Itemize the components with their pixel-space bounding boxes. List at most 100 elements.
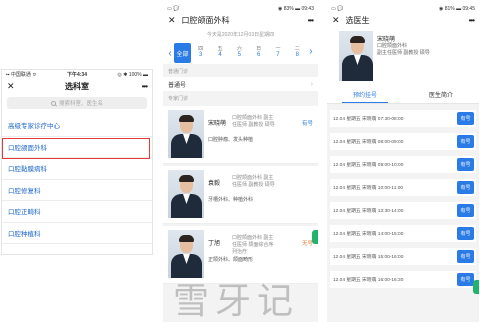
doctor-specialty: 牙槽外科、种植外科 bbox=[208, 197, 254, 203]
tab-appointment[interactable]: 预约挂号 bbox=[327, 86, 403, 103]
slot-list: 12.04 星期五 宋晓萌 07:30-08:00 有号 12.04 星期五 宋晓萌… bbox=[327, 110, 479, 288]
doctor-name: 宋晓萌 bbox=[208, 121, 227, 127]
doctor-dept: 口腔颌面外科 bbox=[377, 43, 408, 49]
day-number: 5 bbox=[237, 52, 241, 59]
watermark: 雪牙记 bbox=[173, 281, 300, 322]
day-item[interactable]: 四3 bbox=[191, 46, 210, 60]
day-number: 6 bbox=[256, 52, 261, 59]
time-slot-row: 12.04 星期五 宋晓萌 07:30-08:00 有号 bbox=[330, 110, 476, 127]
tab-bar: 预约挂号 医生简介 bbox=[327, 86, 479, 104]
department-item[interactable]: 高级专家诊疗中心 bbox=[2, 115, 152, 137]
book-button[interactable]: 有号 bbox=[457, 135, 474, 148]
status-left: ▭ 💬 bbox=[167, 5, 180, 12]
status-bar: ▭ 💬 ◉ 83% ▬ 09:43 bbox=[163, 4, 318, 13]
doctor-name: 袁毅 bbox=[208, 181, 221, 187]
time-slot-row: 12.04 星期五 宋晓萌 16:00-16:30 有号 bbox=[330, 271, 476, 288]
department-item[interactable]: 口腔种植科 bbox=[2, 223, 152, 244]
search-icon bbox=[50, 100, 56, 106]
tab-doctor-intro[interactable]: 医生简介 bbox=[403, 86, 479, 103]
page-title: 选医生 bbox=[345, 16, 370, 25]
status-left: ▭ 💬 bbox=[331, 5, 344, 12]
time-slot-row: 12.04 星期五 宋晓萌 13:30-14:00 有号 bbox=[330, 202, 476, 219]
common-ticket-row[interactable]: 普通号 › bbox=[163, 77, 318, 91]
doctor-title: 口腔颌面外科 副主任医师 副教授 硕导 bbox=[232, 115, 275, 128]
doctor-profile: 宋晓萌 口腔颌面外科 副主任医师 副教授 硕导 bbox=[327, 28, 479, 86]
day-item[interactable]: 二8 bbox=[288, 46, 307, 60]
doctor-name: 丁旭 bbox=[208, 241, 221, 247]
float-tab[interactable] bbox=[312, 230, 318, 244]
day-item[interactable]: 五4 bbox=[210, 46, 229, 60]
all-dates-button[interactable]: 全部 bbox=[174, 43, 191, 63]
nav-bar: ✕ 选医生 ••• bbox=[327, 13, 479, 28]
battery-indicator: ◎ ✱ 100% ▬ bbox=[117, 71, 148, 78]
department-item[interactable]: 口腔颌面外科 bbox=[2, 137, 152, 158]
doctor-list: 宋晓萌 口腔颌面外科 副主任医师 副教授 硕导 有号 口腔肿瘤、发头种植 袁毅 口腔颌面外… bbox=[163, 106, 318, 284]
close-icon[interactable]: ✕ bbox=[332, 16, 340, 25]
day-item[interactable]: 日6 bbox=[249, 46, 268, 60]
doctor-card[interactable]: 宋晓萌 口腔颌面外科 副主任医师 副教授 硕导 有号口腔肿瘤、发头种植 bbox=[163, 106, 318, 164]
clock: 下午4:34 bbox=[66, 72, 87, 78]
status-right: ◉ 83% ▬ 09:43 bbox=[277, 5, 314, 12]
doctor-title: 口腔颌面外科 副主任医师 颌面综合序列治疗 bbox=[232, 235, 274, 255]
doctor-card[interactable]: 袁毅 口腔颌面外科 副主任医师 副教授 硕导牙槽外科、种植外科 bbox=[163, 166, 318, 224]
status-right: ◉ 81% ▬ 09:45 bbox=[438, 5, 475, 12]
page-title: 口腔颌面外科 bbox=[181, 16, 230, 25]
day-list: 四 3 五 4 六 5 日 6 一 7 二 8 › bbox=[191, 46, 315, 60]
time-slot-label: 12.04 星期五 宋晓萌 10:00-11:00 bbox=[333, 186, 404, 191]
department-item[interactable]: 口腔正畸科 bbox=[2, 201, 152, 223]
close-icon[interactable]: ✕ bbox=[168, 16, 176, 25]
time-slot-label: 12.04 星期五 宋晓萌 13:30-14:00 bbox=[333, 209, 404, 214]
time-slot-label: 12.04 星期五 宋晓萌 09:00-10:00 bbox=[333, 163, 404, 168]
chevron-left-icon[interactable]: ‹ bbox=[166, 48, 174, 59]
page-title: 选科室 bbox=[65, 82, 89, 91]
day-number: 3 bbox=[198, 52, 203, 59]
day-item[interactable]: 六5 bbox=[230, 46, 249, 60]
book-button[interactable]: 有号 bbox=[457, 227, 474, 240]
day-number: 7 bbox=[276, 52, 280, 59]
time-slot-label: 12.04 星期五 宋晓萌 07:30-08:00 bbox=[333, 117, 404, 122]
doctor-title: 口腔颌面外科 副主任医师 副教授 硕导 bbox=[232, 175, 275, 188]
doctor-specialty: 口腔肿瘤、发头种植 bbox=[208, 137, 254, 143]
doctor-photo bbox=[168, 230, 204, 278]
availability-badge: 有号 bbox=[301, 121, 313, 127]
time-slot-row: 12.04 星期五 宋晓萌 09:00-10:00 有号 bbox=[330, 156, 476, 173]
book-button[interactable]: 有号 bbox=[457, 250, 474, 263]
book-button[interactable]: 有号 bbox=[457, 112, 474, 125]
date-selector: ‹ 全部 四 3 五 4 六 5 日 6 一 7 二 8 › bbox=[163, 42, 318, 64]
book-button[interactable]: 有号 bbox=[457, 204, 474, 217]
doctor-detail-screen: ▭ 💬 ◉ 81% ▬ 09:45 ✕ 选医生 ••• 宋晓萌 口腔颌面外科 副… bbox=[327, 4, 479, 322]
time-slot-row: 12.04 星期五 宋晓萌 08:00-09:00 有号 bbox=[330, 133, 476, 150]
doctor-photo bbox=[168, 170, 204, 218]
time-slot-label: 12.04 星期五 宋晓萌 08:00-09:00 bbox=[333, 140, 404, 145]
chevron-right-icon[interactable]: › bbox=[307, 46, 315, 60]
day-number: 8 bbox=[295, 52, 299, 59]
carrier-label: ▪▪ 中国联通 ≎ bbox=[6, 72, 37, 78]
doctor-specialty: 正颌外科、颌面畸形 bbox=[208, 257, 254, 263]
book-button[interactable]: 有号 bbox=[457, 158, 474, 171]
status-bar: ▪▪ 中国联通 ≎ 下午4:34 ◎ ✱ 100% ▬ bbox=[2, 70, 152, 79]
time-slot-label: 12.04 星期五 宋晓萌 14:00-15:00 bbox=[333, 232, 404, 237]
float-tab[interactable] bbox=[473, 280, 479, 294]
department-item[interactable]: 口腔黏膜病科 bbox=[2, 158, 152, 180]
department-item[interactable]: 口腔修复科 bbox=[2, 180, 152, 201]
department-select-screen: ▪▪ 中国联通 ≎ 下午4:34 ◎ ✱ 100% ▬ ✕ 选科室 ••• 搜索… bbox=[1, 69, 153, 255]
doctor-rank: 副主任医师 副教授 硕导 bbox=[377, 50, 430, 56]
doctor-photo bbox=[168, 110, 204, 158]
common-ticket-label: 普通号 bbox=[168, 82, 187, 89]
chevron-right-icon: › bbox=[310, 80, 313, 88]
doctor-photo bbox=[339, 31, 373, 81]
time-slot-row: 12.04 星期五 宋晓萌 14:00-15:00 有号 bbox=[330, 225, 476, 242]
search-placeholder: 搜索科室、医生名 bbox=[58, 101, 103, 107]
book-button[interactable]: 有号 bbox=[457, 181, 474, 194]
day-item[interactable]: 一7 bbox=[268, 46, 287, 60]
book-button[interactable]: 有号 bbox=[457, 273, 474, 286]
common-clinic-label: 普通门诊 bbox=[168, 69, 189, 75]
day-number: 4 bbox=[218, 52, 222, 59]
search-input[interactable]: 搜索科室、医生名 bbox=[7, 97, 147, 109]
more-icon[interactable]: ••• bbox=[308, 16, 314, 25]
time-slot-row: 12.04 星期五 宋晓萌 15:00-16:00 有号 bbox=[330, 248, 476, 265]
status-bar: ▭ 💬 ◉ 81% ▬ 09:45 bbox=[327, 4, 479, 13]
more-icon[interactable]: ••• bbox=[469, 16, 475, 25]
time-slot-label: 12.04 星期五 宋晓萌 15:00-16:00 bbox=[333, 255, 404, 260]
department-list: 高级专家诊疗中心 口腔颌面外科 口腔黏膜病科 口腔修复科 口腔正畸科 口腔种植科 bbox=[2, 115, 152, 244]
